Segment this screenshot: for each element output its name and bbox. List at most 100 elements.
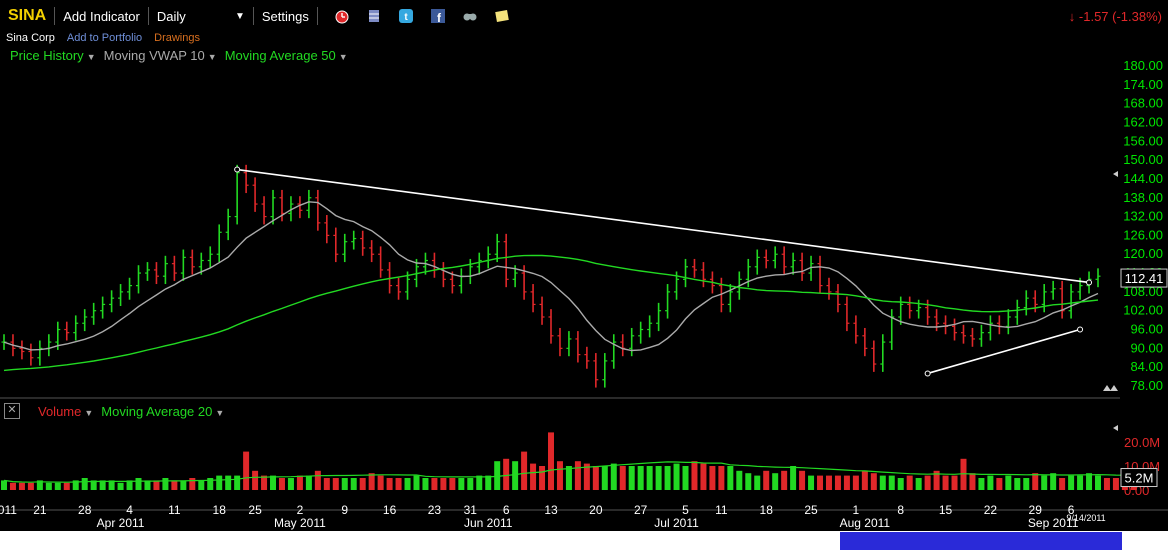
volume-bar xyxy=(817,475,824,490)
x-tick-label: 28 xyxy=(78,503,92,517)
volume-bar xyxy=(359,478,366,490)
volume-bar xyxy=(153,480,160,490)
volume-bar xyxy=(449,478,456,490)
volume-bar xyxy=(610,463,617,490)
volume-bar xyxy=(243,451,250,490)
volume-bar xyxy=(1,480,7,490)
volume-bar xyxy=(422,478,429,490)
scroll-thumb[interactable] xyxy=(840,532,1122,550)
volume-bar xyxy=(458,478,465,490)
volume-bar xyxy=(216,475,223,490)
y-tick-label: 90.00 xyxy=(1130,340,1163,355)
scale-up-icon xyxy=(1110,385,1118,391)
scale-up-icon xyxy=(1103,385,1111,391)
y-tick-label: 102.00 xyxy=(1123,303,1163,318)
x-tick-label: 29 xyxy=(1029,503,1043,517)
x-tick-label: 11 xyxy=(715,503,728,517)
last-date-label: 9/14/2011 xyxy=(1066,513,1105,523)
trendline-lower xyxy=(927,328,1081,375)
x-tick-label: 2 xyxy=(297,503,304,517)
volume-bar xyxy=(144,480,151,490)
volume-bar xyxy=(637,466,644,490)
x-tick-label: 9 xyxy=(341,503,348,517)
volume-bar xyxy=(81,478,88,490)
volume-bar xyxy=(350,478,357,490)
scale-marker-icon xyxy=(1113,425,1118,431)
trendline-handle xyxy=(234,166,241,173)
volume-bar xyxy=(727,466,734,490)
x-tick-label: 13 xyxy=(544,503,558,517)
volume-bar xyxy=(180,480,187,490)
x-tick-label: 5 xyxy=(682,503,689,517)
volume-bar xyxy=(1005,475,1012,490)
volume-bar xyxy=(646,466,653,490)
volume-bar xyxy=(234,475,241,490)
volume-bar xyxy=(1077,475,1084,490)
volume-bar xyxy=(270,475,277,490)
volume-bar xyxy=(539,466,546,490)
volume-bar xyxy=(395,478,402,490)
volume-bar xyxy=(870,473,877,490)
x-tick-label: 25 xyxy=(804,503,818,517)
volume-bar xyxy=(834,475,841,490)
volume-bar xyxy=(530,463,537,490)
volume-bar xyxy=(574,461,581,490)
volume-bar xyxy=(673,463,680,490)
y-tick-label: 144.00 xyxy=(1123,171,1163,186)
volume-bar xyxy=(754,475,761,490)
volume-bar xyxy=(843,475,850,490)
volume-bar xyxy=(431,478,438,490)
volume-bar xyxy=(897,478,904,490)
trendline-handle xyxy=(1077,326,1084,333)
volume-bar xyxy=(1103,478,1110,490)
volume-bar xyxy=(18,482,25,490)
volume-bar xyxy=(682,466,689,490)
volume-bar xyxy=(825,475,832,490)
volume-bar xyxy=(861,470,868,490)
chart-canvas[interactable]: 180.00 174.00 168.00 162.00 156.00 150.00 144.… xyxy=(0,0,1168,550)
volume-bar xyxy=(996,478,1003,490)
x-tick-label: 27 xyxy=(634,503,648,517)
y-tick-label: 150.00 xyxy=(1123,152,1163,167)
volume-bar xyxy=(628,466,635,490)
volume-bar xyxy=(413,475,420,490)
volume-bar xyxy=(189,478,196,490)
month-label: Aug 2011 xyxy=(840,516,891,530)
volume-bar xyxy=(1086,473,1093,490)
y-tick-label: 174.00 xyxy=(1123,77,1163,92)
volume-bar xyxy=(476,475,483,490)
volume-bar xyxy=(924,475,931,490)
volume-bar xyxy=(404,478,411,490)
volume-bar xyxy=(772,473,779,490)
volume-bar xyxy=(9,482,16,490)
volume-bar xyxy=(1095,475,1101,490)
volume-bar xyxy=(736,470,743,490)
volume-bar xyxy=(978,478,985,490)
volume-bar xyxy=(664,466,671,490)
volume-bar xyxy=(287,478,294,490)
volume-bar xyxy=(305,475,312,490)
volume-bar xyxy=(808,475,815,490)
volume-bar xyxy=(135,478,142,490)
volume-bar xyxy=(386,478,393,490)
volume-bar xyxy=(27,482,34,490)
volume-bar xyxy=(799,470,806,490)
volume-bar xyxy=(225,475,232,490)
volume-bar xyxy=(45,482,52,490)
y-tick-label: 132.00 xyxy=(1123,209,1163,224)
y-tick-label: 162.00 xyxy=(1123,114,1163,129)
volume-bar xyxy=(1014,478,1021,490)
volume-y-tick-label: 20.0M xyxy=(1124,435,1160,450)
y-tick-label: 168.00 xyxy=(1123,96,1163,111)
month-label: Jun 2011 xyxy=(464,516,513,530)
x-tick-label: 18 xyxy=(760,503,774,517)
volume-bar xyxy=(969,473,976,490)
volume-bar xyxy=(888,475,895,490)
volume-bar xyxy=(467,478,474,490)
volume-bar xyxy=(951,475,958,490)
x-tick-label: 25 xyxy=(248,503,262,517)
volume-bar xyxy=(655,466,662,490)
x-tick-label: 11 xyxy=(168,503,181,517)
volume-bar xyxy=(1023,478,1030,490)
volume-bar xyxy=(440,478,447,490)
